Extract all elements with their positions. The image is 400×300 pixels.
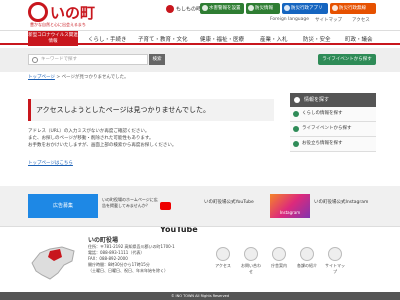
mail-icon xyxy=(244,247,258,261)
ad-banner[interactable]: 広告募集 xyxy=(28,194,98,218)
nav-safety[interactable]: 防災・安全 xyxy=(303,35,331,43)
people-icon xyxy=(300,247,314,261)
footer-departments[interactable]: 各課の紹介 xyxy=(296,247,318,269)
map-pin-icon xyxy=(216,247,230,261)
instagram-text[interactable]: いの町役場公式Instagram xyxy=(314,194,376,218)
error-message: アドレス（URL）の入力ミスがないか再度ご確認ください。 また、お探しのページが… xyxy=(28,128,274,149)
alert-icon xyxy=(166,5,174,13)
footer-contact[interactable]: お問い合わせ xyxy=(240,247,262,275)
town-map-icon xyxy=(31,246,75,280)
breadcrumb-top[interactable]: トップページ xyxy=(28,75,55,80)
nav-industry[interactable]: 産業・入札 xyxy=(260,35,288,43)
error-line: また、お探しのページが移動・削除された可能性もあります。 xyxy=(28,136,154,141)
nav-council[interactable]: 町政・議会 xyxy=(345,35,373,43)
building-icon xyxy=(272,247,286,261)
nav-living[interactable]: くらし・手続き xyxy=(88,35,127,43)
instagram-banner[interactable]: Instagram xyxy=(270,194,310,218)
search-button[interactable]: 検索 xyxy=(149,54,165,65)
office-name: いの町役場 xyxy=(88,237,119,244)
sitemap-link[interactable]: サイトマップ xyxy=(315,17,342,23)
sidebar-item-life-event[interactable]: ライフイベントから探す xyxy=(290,122,376,137)
nav-health[interactable]: 健康・福祉・医療 xyxy=(200,35,244,43)
sidebar: 情報を探す くらしの情報を探す ライフイベントから探す お役立ち情報を探す xyxy=(290,93,376,152)
site-logo[interactable]: いの町 xyxy=(50,2,95,23)
search-bar: キーワードで探す 検索 ライフイベントから探す xyxy=(0,48,400,72)
emergency-button-2[interactable]: 防災情報 xyxy=(246,3,280,14)
breadcrumb-current: ページが見つかりませんでした。 xyxy=(61,75,129,80)
sitemap-icon xyxy=(328,247,342,261)
nav-childcare[interactable]: 子育て・教育・文化 xyxy=(138,35,188,43)
page-title: アクセスしようとしたページは見つかりませんでした。 xyxy=(28,99,274,121)
site-tagline: 豊かな自然と心に出会えるまち xyxy=(30,22,86,27)
breadcrumb: トップページ > ページが見つかりませんでした。 xyxy=(28,75,129,80)
error-line: アドレス（URL）の入力ミスがないか再度ご確認ください。 xyxy=(28,129,150,134)
sidebar-item-living[interactable]: くらしの情報を探す xyxy=(290,107,376,122)
site-header: いの町 豊かな自然と心に出会えるまち もしもの時に 水害警報を設置 防災情報 防… xyxy=(0,0,400,30)
youtube-text[interactable]: いの町役場公式YouTube xyxy=(204,194,254,218)
copyright: © INO TOWN All Rights Reserved xyxy=(0,292,400,300)
search-input[interactable]: キーワードで探す xyxy=(28,54,148,65)
youtube-banner[interactable]: YouTube xyxy=(160,194,202,234)
logo-icon[interactable] xyxy=(28,2,48,22)
sidebar-title: 情報を探す xyxy=(290,93,376,107)
global-nav: 新型コロナウイルス関連情報 くらし・手続き 子育て・教育・文化 健康・福祉・医療… xyxy=(0,30,400,46)
office-address: 住所：〒781-2192 高知県吾川郡いの町1700-1 電話：088-893-… xyxy=(88,244,175,273)
youtube-icon xyxy=(160,201,171,210)
error-line: お手数をおかけいたしますが、画面上部の検索から再度お探しください。 xyxy=(28,143,177,148)
top-page-link[interactable]: トップページはこちら xyxy=(28,160,73,166)
emergency-button-4[interactable]: 防災行政無線 xyxy=(330,3,376,14)
banner-area: 広告募集 いの町役場のホームページに広告を掲載してみませんか？ YouTube … xyxy=(0,186,400,234)
site-footer: いの町役場 住所：〒781-2192 高知県吾川郡いの町1700-1 電話：08… xyxy=(0,226,400,292)
footer-access[interactable]: アクセス xyxy=(212,247,234,269)
ad-text[interactable]: いの町役場のホームページに広告を掲載してみませんか？ xyxy=(102,194,160,218)
sidebar-item-useful[interactable]: お役立ち情報を探す xyxy=(290,137,376,152)
corona-info-button[interactable]: 新型コロナウイルス関連情報 xyxy=(28,31,78,46)
footer-building[interactable]: 庁舎案内 xyxy=(268,247,290,269)
language-link[interactable]: Foreign language xyxy=(270,17,309,22)
life-event-button[interactable]: ライフイベントから探す xyxy=(318,54,376,65)
emergency-button-3[interactable]: 防災行政アプリ xyxy=(282,3,328,14)
footer-sitemap[interactable]: サイトマップ xyxy=(324,247,346,275)
emergency-button-1[interactable]: 水害警報を設置 xyxy=(200,3,244,14)
access-link[interactable]: アクセス xyxy=(352,17,370,23)
